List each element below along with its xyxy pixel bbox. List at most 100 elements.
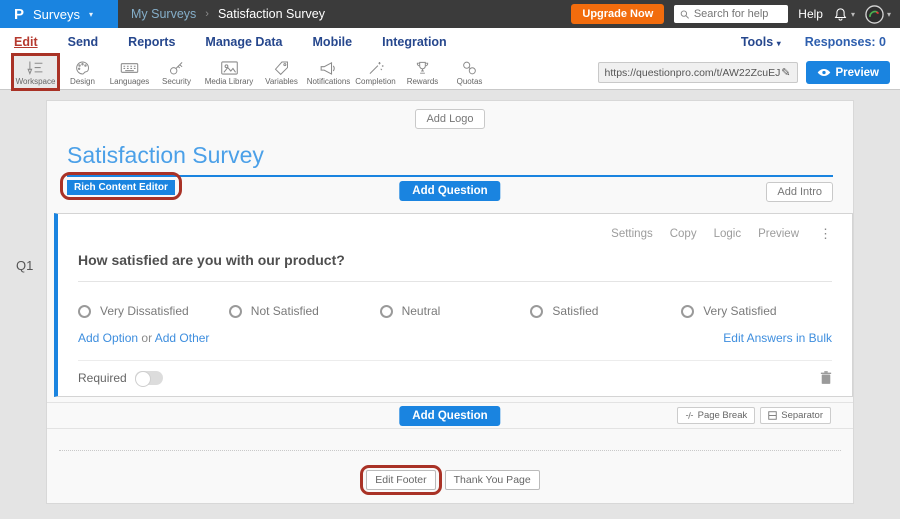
toolbar-item-completion[interactable]: Completion: [352, 56, 399, 89]
questionpro-app: P Surveys ▾ My Surveys › Satisfaction Su…: [0, 0, 900, 519]
trash-icon: [820, 370, 832, 385]
question-text[interactable]: How satisfied are you with our product?: [78, 252, 832, 282]
question-settings-link[interactable]: Settings: [611, 228, 653, 240]
chevron-down-icon: ▾: [777, 39, 781, 48]
notifications-bell-menu[interactable]: ▾: [833, 7, 855, 22]
toolbar-item-quotas[interactable]: Quotas: [446, 56, 493, 89]
avatar: [865, 5, 884, 24]
media-library-icon: [220, 60, 239, 76]
or-label: or: [141, 331, 152, 345]
delete-question-button[interactable]: [820, 370, 832, 385]
rich-content-editor-button[interactable]: Rich Content Editor: [67, 180, 175, 195]
responses-count[interactable]: Responses: 0: [805, 35, 886, 49]
surveys-app-menu[interactable]: P Surveys ▾: [0, 0, 118, 28]
tools-menu[interactable]: Tools ▾: [741, 35, 781, 49]
app-menu-label: Surveys: [33, 7, 80, 22]
tab-edit[interactable]: Edit: [14, 35, 38, 49]
survey-title-block: Satisfaction Survey: [67, 142, 833, 177]
eye-icon: [817, 68, 831, 77]
radio-button[interactable]: [681, 305, 694, 318]
topbar-actions: Upgrade Now Help ▾ ▾: [571, 4, 900, 24]
required-toggle[interactable]: [135, 371, 163, 385]
survey-url-input[interactable]: [605, 67, 782, 79]
toolbar-item-design[interactable]: Design: [59, 56, 106, 89]
toolbar-item-variables[interactable]: Variables: [258, 56, 305, 89]
page-break-icon: [685, 411, 694, 420]
answer-option: Very Dissatisfied: [78, 304, 229, 318]
search-icon: [680, 9, 690, 20]
tab-reports[interactable]: Reports: [128, 35, 175, 49]
radio-button[interactable]: [229, 305, 242, 318]
add-question-button-top[interactable]: Add Question: [399, 181, 500, 201]
preview-button[interactable]: Preview: [806, 61, 890, 84]
thank-you-page-button[interactable]: Thank You Page: [445, 470, 540, 490]
edit-url-icon[interactable]: ✎: [781, 66, 790, 79]
answer-option-label[interactable]: Not Satisfied: [251, 304, 319, 318]
question-menu: Settings Copy Logic Preview ⋮: [78, 226, 832, 242]
add-option-link[interactable]: Add Option: [78, 331, 138, 345]
question-card-inner: Settings Copy Logic Preview ⋮ How satisf…: [58, 214, 852, 396]
design-icon: [73, 60, 92, 76]
annotation-box-rich-content-editor: Rich Content Editor: [60, 172, 182, 200]
radio-button[interactable]: [530, 305, 543, 318]
answer-option: Satisfied: [530, 304, 681, 318]
option-links-row: Add Option or Add Other Edit Answers in …: [78, 331, 832, 345]
footer-divider: [59, 450, 841, 451]
upgrade-now-button[interactable]: Upgrade Now: [571, 4, 664, 24]
add-logo-row: Add Logo: [47, 101, 853, 129]
survey-toolbar: Workspace Design Languages Security Medi…: [0, 56, 900, 90]
question-copy-link[interactable]: Copy: [670, 228, 697, 240]
tab-mobile[interactable]: Mobile: [313, 35, 353, 49]
answer-option-label[interactable]: Very Satisfied: [703, 304, 776, 318]
answer-option-label[interactable]: Very Dissatisfied: [100, 304, 189, 318]
edit-footer-button[interactable]: Edit Footer: [366, 470, 435, 490]
radio-button[interactable]: [380, 305, 393, 318]
breadcrumb-separator-icon: ›: [205, 8, 209, 20]
variables-icon: [272, 60, 291, 76]
toolbar-item-workspace[interactable]: Workspace: [12, 56, 59, 89]
survey-page: Add Logo Satisfaction Survey Rich Conten…: [46, 100, 854, 504]
edit-answers-in-bulk-link[interactable]: Edit Answers in Bulk: [723, 331, 832, 345]
tab-integration[interactable]: Integration: [382, 35, 447, 49]
quotas-icon: [460, 60, 479, 76]
survey-menu-bar: Edit Send Reports Manage Data Mobile Int…: [0, 28, 900, 56]
questionpro-logo: P: [14, 6, 24, 23]
page-break-button[interactable]: Page Break: [677, 407, 756, 424]
help-link[interactable]: Help: [798, 7, 823, 21]
question-number: Q1: [16, 258, 33, 273]
toolbar-item-languages[interactable]: Languages: [106, 56, 153, 89]
add-option-group: Add Option or Add Other: [78, 331, 209, 345]
account-menu[interactable]: ▾: [865, 5, 891, 24]
toolbar-item-rewards[interactable]: Rewards: [399, 56, 446, 89]
breadcrumb-my-surveys[interactable]: My Surveys: [131, 7, 196, 21]
add-other-link[interactable]: Add Other: [155, 331, 210, 345]
tab-manage-data[interactable]: Manage Data: [205, 35, 282, 49]
breadcrumb: My Surveys › Satisfaction Survey: [131, 7, 325, 21]
separator-icon: [768, 411, 777, 420]
toolbar-item-security[interactable]: Security: [153, 56, 200, 89]
top-bar: P Surveys ▾ My Surveys › Satisfaction Su…: [0, 0, 900, 28]
radio-button[interactable]: [78, 305, 91, 318]
answer-option-label[interactable]: Neutral: [402, 304, 441, 318]
bell-icon: [833, 7, 848, 22]
answer-option: Neutral: [380, 304, 531, 318]
add-logo-button[interactable]: Add Logo: [415, 109, 484, 129]
workspace-icon: [26, 60, 45, 76]
answer-option-label[interactable]: Satisfied: [552, 304, 598, 318]
add-question-button-bottom[interactable]: Add Question: [399, 406, 500, 426]
question-preview-link[interactable]: Preview: [758, 228, 799, 240]
more-options-icon[interactable]: ⋮: [819, 226, 832, 242]
required-label: Required: [78, 371, 127, 385]
help-search-box: [674, 5, 788, 23]
footer-row: Edit Footer Thank You Page: [47, 465, 853, 495]
menubar-right: Tools ▾ Responses: 0: [741, 35, 886, 49]
survey-title[interactable]: Satisfaction Survey: [67, 142, 264, 168]
question-logic-link[interactable]: Logic: [714, 228, 742, 240]
toolbar-item-media-library[interactable]: Media Library: [200, 56, 258, 89]
add-intro-button[interactable]: Add Intro: [766, 182, 833, 202]
tab-send[interactable]: Send: [68, 35, 99, 49]
separator-button[interactable]: Separator: [760, 407, 831, 424]
page-controls: Page Break Separator: [677, 407, 831, 424]
toolbar-item-notifications[interactable]: Notifications: [305, 56, 352, 89]
help-search-input[interactable]: [694, 8, 782, 20]
